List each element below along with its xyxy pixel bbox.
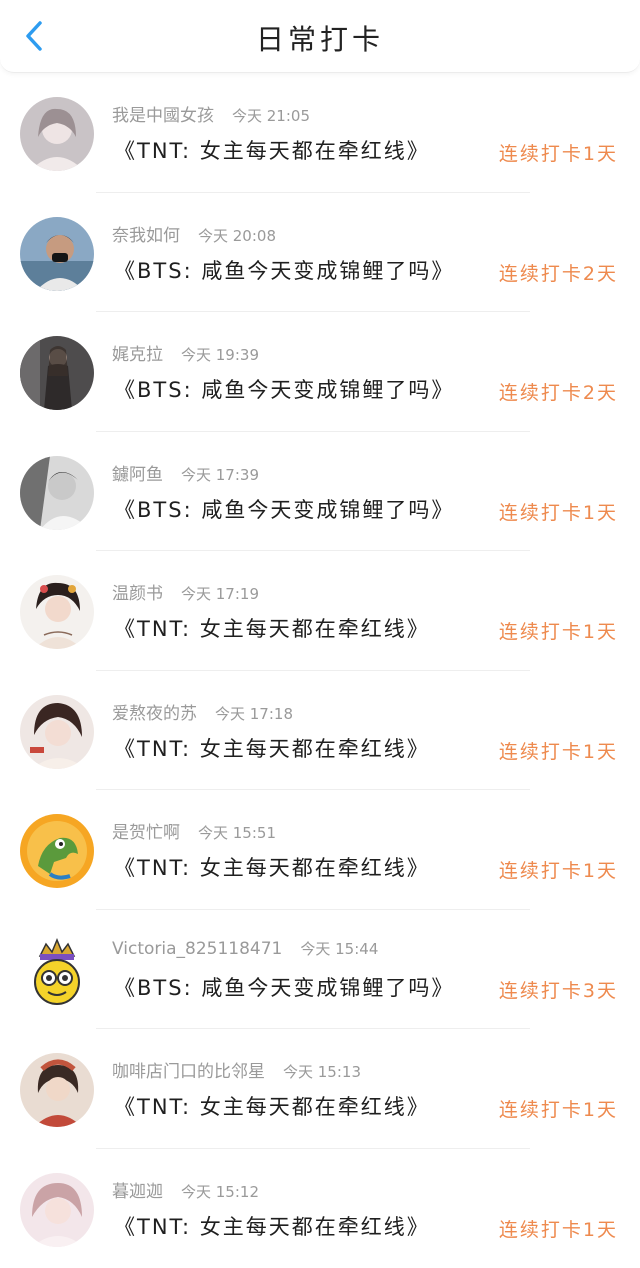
- timestamp: 今天 17:39: [181, 466, 259, 484]
- timestamp: 今天 19:39: [181, 346, 259, 364]
- list-item[interactable]: 咖啡店门口的比邻星今天 15:13 《TNT: 女主每天都在牵红线》 连续打卡1…: [0, 1029, 640, 1149]
- book-title[interactable]: 《TNT: 女主每天都在牵红线》: [114, 733, 430, 763]
- book-title[interactable]: 《BTS: 咸鱼今天变成锦鲤了吗》: [114, 972, 454, 1002]
- list-item[interactable]: 奈我如何今天 20:08 《BTS: 咸鱼今天变成锦鲤了吗》 连续打卡2天: [0, 193, 640, 313]
- username[interactable]: 是贺忙啊: [112, 823, 180, 843]
- avatar[interactable]: [20, 575, 94, 649]
- avatar[interactable]: [20, 695, 94, 769]
- avatar[interactable]: [20, 456, 94, 530]
- streak-label: 连续打卡3天: [499, 976, 618, 1003]
- streak-label: 连续打卡1天: [499, 737, 618, 764]
- book-title[interactable]: 《TNT: 女主每天都在牵红线》: [114, 852, 430, 882]
- streak-label: 连续打卡1天: [499, 1095, 618, 1122]
- streak-label: 连续打卡1天: [499, 139, 618, 166]
- list-item[interactable]: 暮迦迦今天 15:12 《TNT: 女主每天都在牵红线》 连续打卡1天: [0, 1149, 640, 1268]
- timestamp: 今天 17:18: [215, 705, 293, 723]
- username[interactable]: 鑢阿鱼: [112, 465, 163, 485]
- list-item[interactable]: 娓克拉今天 19:39 《BTS: 咸鱼今天变成锦鲤了吗》 连续打卡2天: [0, 312, 640, 432]
- timestamp: 今天 20:08: [198, 227, 276, 245]
- username[interactable]: 温颜书: [112, 584, 163, 604]
- list-item[interactable]: 鑢阿鱼今天 17:39 《BTS: 咸鱼今天变成锦鲤了吗》 连续打卡1天: [0, 432, 640, 552]
- book-title[interactable]: 《TNT: 女主每天都在牵红线》: [114, 613, 430, 643]
- avatar[interactable]: [20, 1173, 94, 1247]
- book-title[interactable]: 《BTS: 咸鱼今天变成锦鲤了吗》: [114, 374, 454, 404]
- book-title[interactable]: 《TNT: 女主每天都在牵红线》: [114, 135, 430, 165]
- list-item[interactable]: 爱熬夜的苏今天 17:18 《TNT: 女主每天都在牵红线》 连续打卡1天: [0, 671, 640, 791]
- book-title[interactable]: 《TNT: 女主每天都在牵红线》: [114, 1091, 430, 1121]
- username[interactable]: 我是中國女孩: [112, 106, 214, 126]
- avatar[interactable]: [20, 97, 94, 171]
- page-title: 日常打卡: [0, 18, 640, 58]
- streak-label: 连续打卡2天: [499, 259, 618, 286]
- list-item[interactable]: 我是中國女孩今天 21:05 《TNT: 女主每天都在牵红线》 连续打卡1天: [0, 73, 640, 193]
- timestamp: 今天 15:13: [283, 1063, 361, 1081]
- avatar[interactable]: [20, 336, 94, 410]
- timestamp: 今天 15:12: [181, 1183, 259, 1201]
- top-bar: 日常打卡: [0, 0, 640, 73]
- avatar[interactable]: [20, 814, 94, 888]
- streak-label: 连续打卡1天: [499, 498, 618, 525]
- streak-label: 连续打卡1天: [499, 1215, 618, 1242]
- streak-label: 连续打卡2天: [499, 378, 618, 405]
- avatar[interactable]: [20, 934, 94, 1008]
- timestamp: 今天 15:44: [300, 940, 378, 958]
- streak-label: 连续打卡1天: [499, 856, 618, 883]
- timestamp: 今天 21:05: [232, 107, 310, 125]
- username[interactable]: 爱熬夜的苏: [112, 704, 197, 724]
- timestamp: 今天 15:51: [198, 824, 276, 842]
- username[interactable]: 娓克拉: [112, 345, 163, 365]
- username[interactable]: 奈我如何: [112, 226, 180, 246]
- book-title[interactable]: 《BTS: 咸鱼今天变成锦鲤了吗》: [114, 255, 454, 285]
- list-item[interactable]: 是贺忙啊今天 15:51 《TNT: 女主每天都在牵红线》 连续打卡1天: [0, 790, 640, 910]
- avatar[interactable]: [20, 1053, 94, 1127]
- list-item[interactable]: 温颜书今天 17:19 《TNT: 女主每天都在牵红线》 连续打卡1天: [0, 551, 640, 671]
- book-title[interactable]: 《BTS: 咸鱼今天变成锦鲤了吗》: [114, 494, 454, 524]
- streak-label: 连续打卡1天: [499, 617, 618, 644]
- username[interactable]: Victoria_825118471: [112, 939, 282, 959]
- username[interactable]: 咖啡店门口的比邻星: [112, 1062, 265, 1082]
- checkin-list: 我是中國女孩今天 21:05 《TNT: 女主每天都在牵红线》 连续打卡1天 奈…: [0, 73, 640, 1268]
- list-item[interactable]: Victoria_825118471 今天 15:44 《BTS: 咸鱼今天变成锦…: [0, 910, 640, 1030]
- timestamp: 今天 17:19: [181, 585, 259, 603]
- avatar[interactable]: [20, 217, 94, 291]
- book-title[interactable]: 《TNT: 女主每天都在牵红线》: [114, 1211, 430, 1241]
- username[interactable]: 暮迦迦: [112, 1182, 163, 1202]
